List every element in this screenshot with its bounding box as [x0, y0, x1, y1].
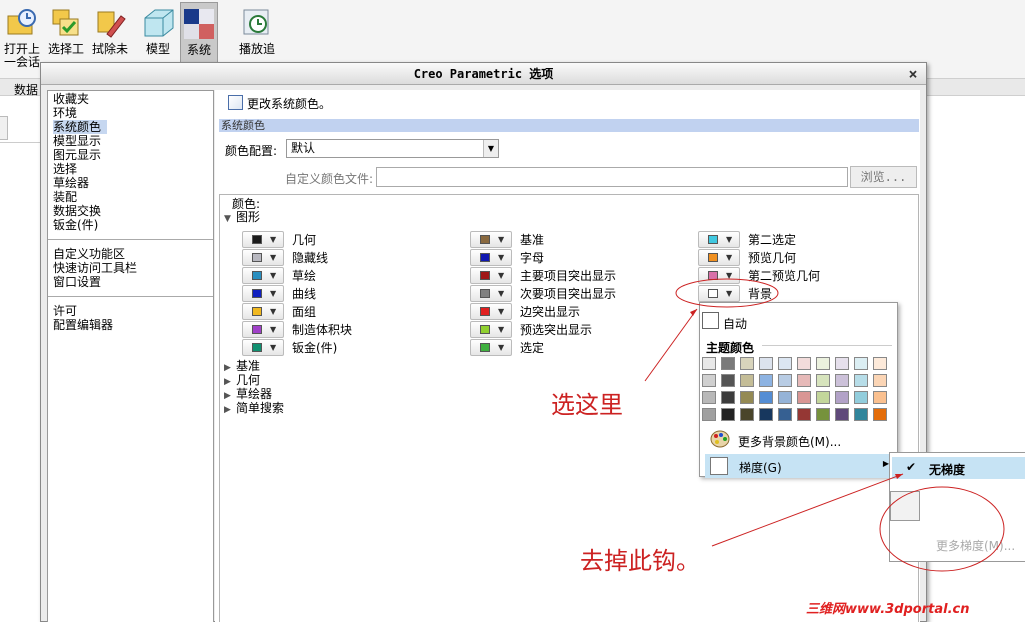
annotation-remove-check: 去掉此钩。: [580, 547, 700, 575]
arrow-line: [644, 308, 698, 382]
highlight-ellipse: [675, 278, 779, 308]
highlight-ellipse: [879, 486, 1005, 572]
arrowhead-icon: [690, 309, 697, 316]
annotation-choose-here: 选这里: [551, 391, 623, 419]
arrowhead-icon: [895, 474, 903, 479]
watermark: 三维网www.3dportal.cn: [806, 602, 970, 617]
screen: 打开上 一会话 选择工 拭除未 模型 系统 播放追 数据 Creo Parame…: [0, 0, 1025, 622]
arrow-line: [711, 473, 904, 547]
annotation-overlay: [644, 278, 1005, 572]
